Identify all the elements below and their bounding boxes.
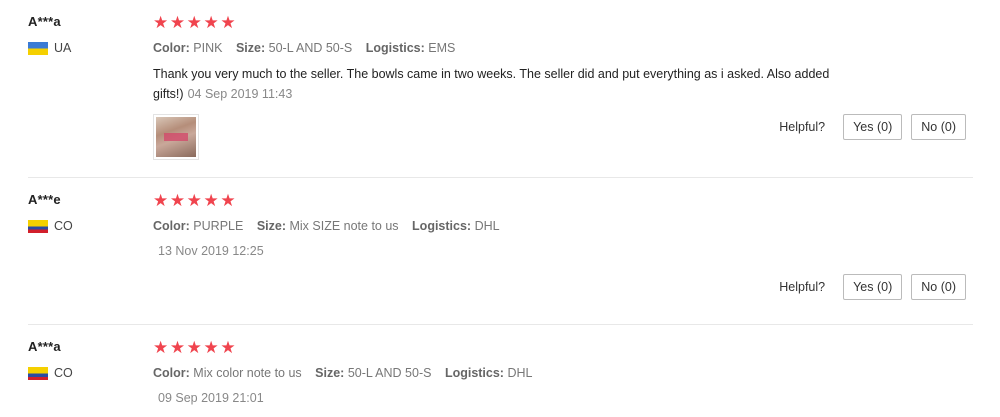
helpful-yes-button[interactable]: Yes (0): [843, 274, 903, 300]
review-photo-thumbnail[interactable]: [153, 114, 199, 160]
color-label: Color:: [153, 366, 190, 380]
helpful-controls: Helpful? Yes (0) No (0): [779, 274, 966, 300]
star-rating: ★★★★★: [153, 338, 238, 357]
review-divider: [28, 324, 973, 325]
order-attributes: Color: PINK Size: 50-L AND 50-S Logistic…: [153, 41, 873, 55]
reviewer-name: A***a: [28, 14, 61, 29]
order-attributes: Color: Mix color note to us Size: 50-L A…: [153, 366, 873, 380]
reviewer-info: A***a UA: [28, 14, 71, 55]
colombia-flag-icon: [28, 366, 48, 380]
helpful-no-button[interactable]: No (0): [911, 274, 966, 300]
review-body: ★★★★★ Color: PURPLE Size: Mix SIZE note …: [153, 191, 873, 259]
review-text-block: Thank you very much to the seller. The b…: [153, 64, 873, 104]
color-label: Color:: [153, 41, 190, 55]
country-code: CO: [54, 366, 73, 380]
star-rating: ★★★★★: [153, 13, 238, 32]
color-label: Color:: [153, 219, 190, 233]
country-code: UA: [54, 41, 72, 55]
review-date: 09 Sep 2019 21:01: [158, 391, 264, 405]
review-date: 13 Nov 2019 12:25: [158, 244, 264, 258]
reviewer-country: CO: [28, 366, 73, 380]
reviewer-info: A***e CO: [28, 192, 73, 233]
size-label: Size:: [256, 219, 286, 233]
color-value: PURPLE: [193, 219, 244, 233]
logistics-label: Logistics:: [412, 219, 472, 233]
star-rating: ★★★★★: [153, 191, 238, 210]
country-code: CO: [54, 219, 73, 233]
size-label: Size:: [315, 366, 345, 380]
helpful-label: Helpful?: [779, 280, 826, 294]
reviewer-name: A***e: [28, 192, 61, 207]
review-divider: [28, 177, 973, 178]
size-label: Size:: [235, 41, 266, 55]
size-value: 50-L AND 50-S: [347, 366, 432, 380]
review-body: ★★★★★ Color: PINK Size: 50-L AND 50-S Lo…: [153, 14, 873, 160]
helpful-label: Helpful?: [779, 120, 826, 134]
colombia-flag-icon: [28, 219, 48, 233]
review-photo-image: [156, 117, 196, 157]
order-attributes: Color: PURPLE Size: Mix SIZE note to us …: [153, 219, 873, 233]
helpful-yes-button[interactable]: Yes (0): [843, 114, 903, 140]
logistics-label: Logistics:: [444, 366, 504, 380]
ukraine-flag-icon: [28, 41, 48, 55]
reviewer-country: UA: [28, 41, 71, 55]
helpful-no-button[interactable]: No (0): [911, 114, 966, 140]
logistics-value: DHL: [507, 366, 533, 380]
logistics-label: Logistics:: [365, 41, 425, 55]
color-value: PINK: [193, 41, 223, 55]
review-date: 04 Sep 2019 11:43: [187, 87, 293, 101]
helpful-controls: Helpful? Yes (0) No (0): [779, 114, 966, 140]
reviewer-name: A***a: [28, 339, 61, 354]
reviewer-country: CO: [28, 219, 73, 233]
review-body: ★★★★★ Color: Mix color note to us Size: …: [153, 338, 873, 406]
color-value: Mix color note to us: [193, 366, 302, 380]
size-value: Mix SIZE note to us: [289, 219, 399, 233]
logistics-value: EMS: [428, 41, 456, 55]
size-value: 50-L AND 50-S: [268, 41, 353, 55]
reviewer-info: A***a CO: [28, 339, 73, 380]
logistics-value: DHL: [474, 219, 500, 233]
